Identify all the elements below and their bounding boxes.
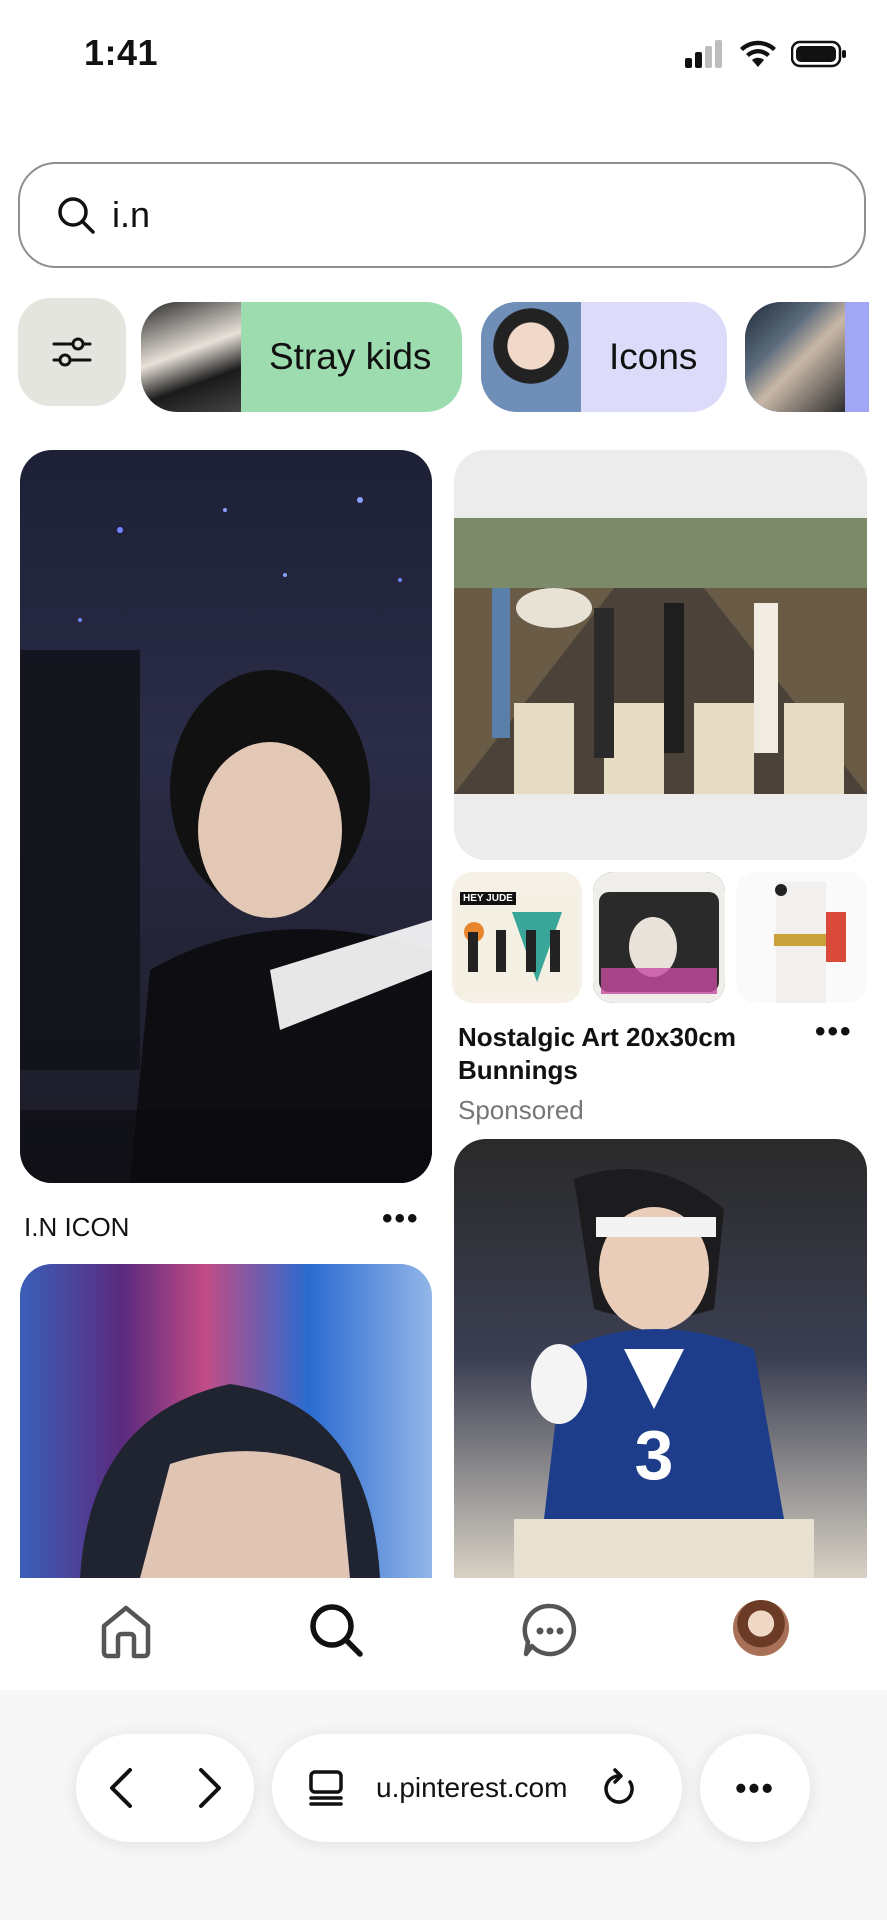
- url-text[interactable]: u.pinterest.com: [376, 1772, 567, 1804]
- sponsored-label: Sponsored: [458, 1095, 584, 1125]
- messages-icon[interactable]: [520, 1600, 580, 1660]
- status-icons: [685, 40, 847, 68]
- ad-thumb-costume[interactable]: [736, 872, 867, 1003]
- chip-icons[interactable]: Icons: [481, 302, 727, 412]
- back-arrow-icon[interactable]: [106, 1766, 136, 1810]
- pin-image[interactable]: [20, 450, 432, 1183]
- sliders-icon: [52, 337, 92, 367]
- ad-photo: [454, 518, 867, 794]
- bottom-nav: [0, 1578, 887, 1690]
- chip-thumbnail: [141, 302, 241, 412]
- profile-avatar[interactable]: [733, 1600, 789, 1656]
- ad-thumb-photo: [774, 882, 846, 1003]
- pin-image[interactable]: [20, 1264, 432, 1578]
- forward-arrow-icon[interactable]: [195, 1766, 225, 1810]
- pin-title[interactable]: I.N ICON: [24, 1212, 129, 1243]
- pin-ad-image[interactable]: [454, 450, 867, 860]
- svg-text:3: 3: [635, 1416, 674, 1494]
- battery-icon: [791, 40, 846, 68]
- chip-label: Stray kids: [269, 336, 432, 377]
- search-bar[interactable]: [18, 162, 866, 268]
- ad-title-line2[interactable]: Bunnings: [458, 1054, 578, 1087]
- ad-thumb-photo: [593, 872, 725, 1003]
- browser-nav-pill: [76, 1734, 254, 1842]
- chip-thumbnail: [481, 302, 581, 412]
- chip-partial[interactable]: [745, 302, 869, 412]
- filter-button[interactable]: [18, 298, 126, 406]
- browser-more-button[interactable]: •••: [700, 1734, 810, 1842]
- search-icon: [58, 197, 95, 234]
- reload-icon[interactable]: [601, 1768, 637, 1808]
- wifi-icon: [740, 40, 776, 67]
- pin-more-button[interactable]: •••: [382, 1202, 420, 1236]
- chip-thumbnail: [745, 302, 845, 412]
- ad-thumb-bedding[interactable]: [593, 872, 725, 1003]
- search-icon[interactable]: [306, 1600, 366, 1660]
- ad-title-line1[interactable]: Nostalgic Art 20x30cm: [458, 1021, 736, 1054]
- chip-label: Icons: [609, 336, 698, 377]
- status-time: 1:41: [84, 32, 159, 73]
- pin-photo: [80, 1384, 380, 1578]
- pin-photo: [20, 497, 432, 1183]
- tabs-icon[interactable]: [308, 1769, 344, 1807]
- chip-stray-kids[interactable]: Stray kids: [141, 302, 462, 412]
- home-icon[interactable]: [96, 1600, 156, 1660]
- signal-icon: [685, 40, 722, 68]
- more-dots-icon: •••: [735, 1769, 775, 1806]
- pin-image[interactable]: 3: [454, 1139, 867, 1578]
- ad-more-button[interactable]: •••: [815, 1015, 853, 1049]
- search-input[interactable]: [112, 194, 752, 236]
- address-bar[interactable]: u.pinterest.com: [272, 1734, 682, 1842]
- browser-toolbar: u.pinterest.com •••: [0, 1690, 887, 1920]
- ad-thumb-poster[interactable]: HEY JUDE: [452, 872, 582, 1003]
- ad-thumb-text: HEY JUDE: [460, 892, 516, 905]
- pin-photo: 3: [514, 1169, 814, 1578]
